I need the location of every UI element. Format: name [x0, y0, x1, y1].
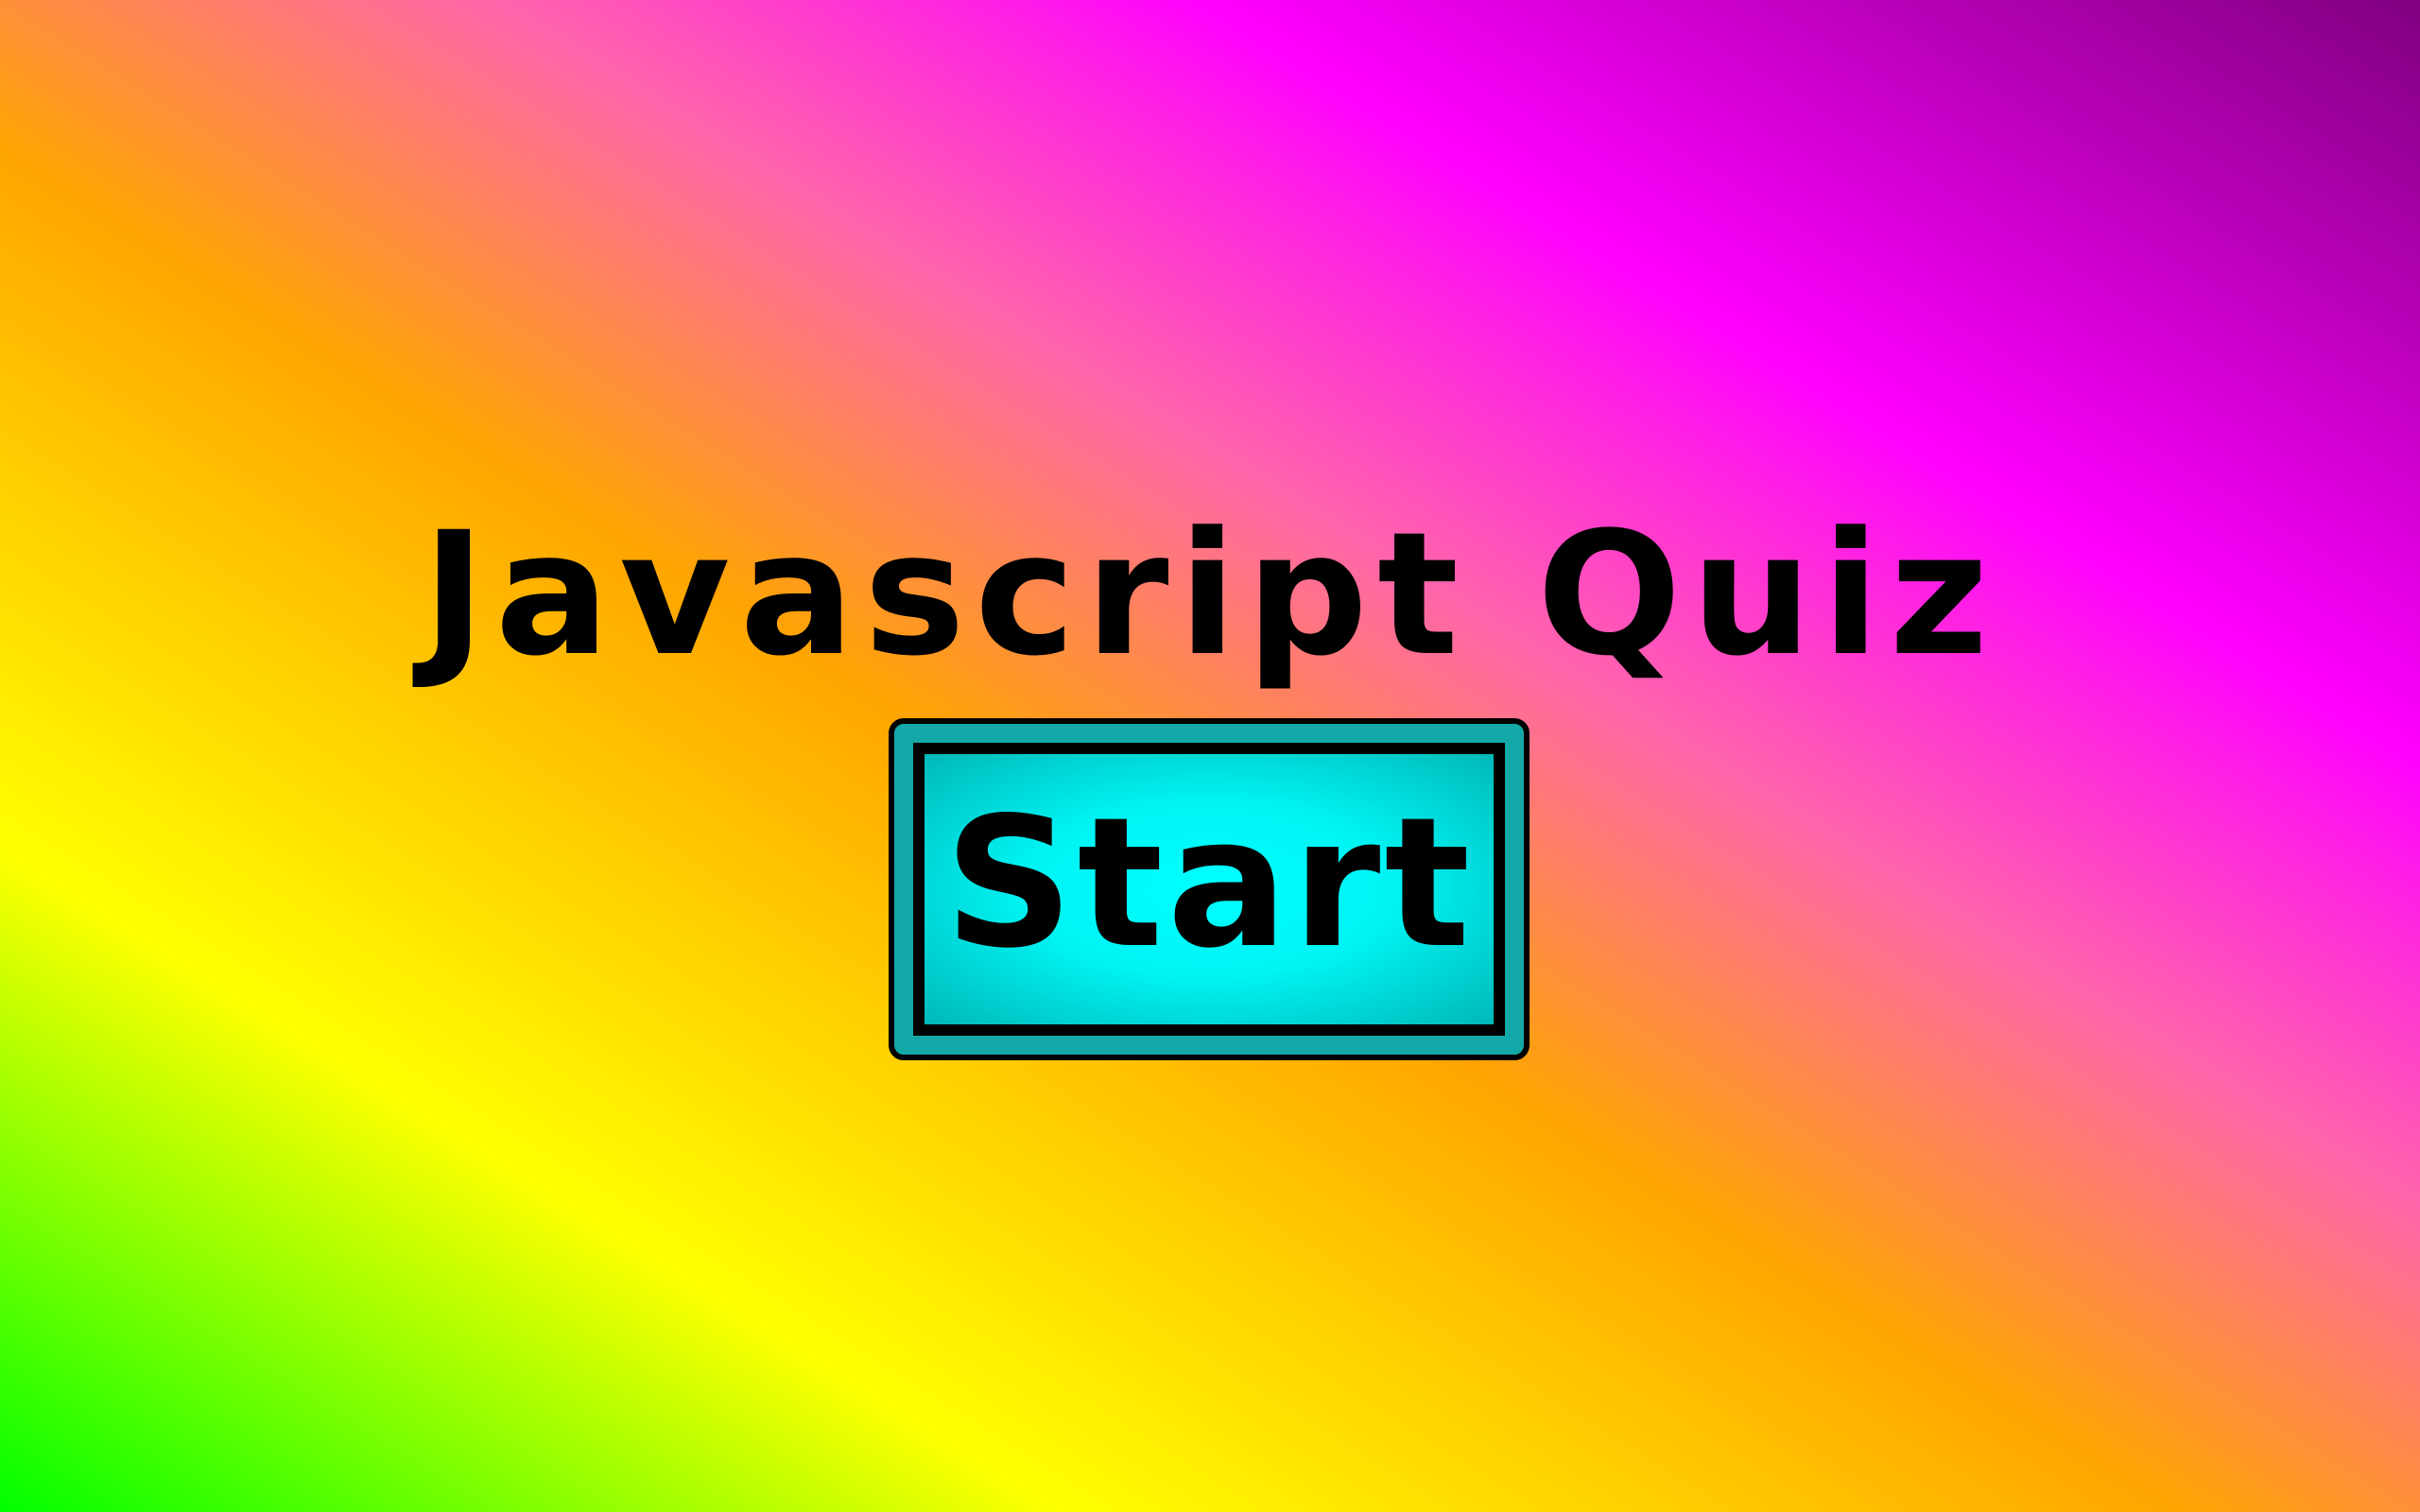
start-button[interactable]: Start	[889, 718, 1530, 1060]
start-button-label: Start	[943, 779, 1475, 988]
start-button-face: Start	[913, 743, 1505, 1036]
page-title: Javascript Quiz	[422, 496, 1998, 694]
